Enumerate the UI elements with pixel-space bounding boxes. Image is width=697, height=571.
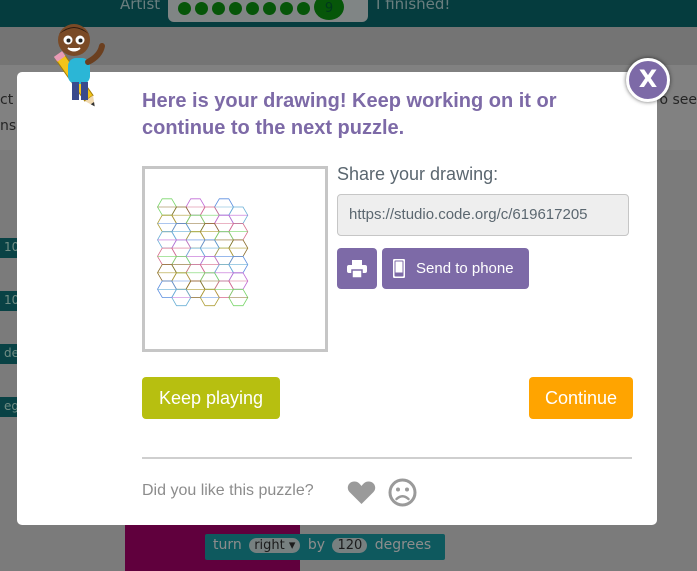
send-to-phone-label: Send to phone [416, 260, 514, 277]
heart-icon[interactable] [347, 480, 376, 505]
share-drawing-label: Share your drawing: [337, 164, 499, 184]
printer-icon [347, 260, 367, 278]
share-url-field[interactable]: https://studio.code.org/c/619617205 [337, 194, 629, 236]
feedback-divider [142, 457, 632, 459]
send-to-phone-button[interactable]: Send to phone [382, 248, 529, 289]
drawing-preview [142, 166, 328, 352]
keep-playing-button[interactable]: Keep playing [142, 377, 280, 419]
sad-face-icon[interactable] [388, 478, 417, 507]
close-dialog-button[interactable]: X [626, 58, 670, 102]
feedback-question: Did you like this puzzle? [142, 482, 314, 499]
dialog-headline: Here is your drawing! Keep working on it… [142, 90, 557, 139]
print-button[interactable] [337, 248, 377, 289]
continue-button[interactable]: Continue [529, 377, 633, 419]
drawing-canvas [157, 198, 249, 307]
mobile-phone-icon [393, 259, 405, 278]
artist-character-avatar [53, 24, 105, 107]
